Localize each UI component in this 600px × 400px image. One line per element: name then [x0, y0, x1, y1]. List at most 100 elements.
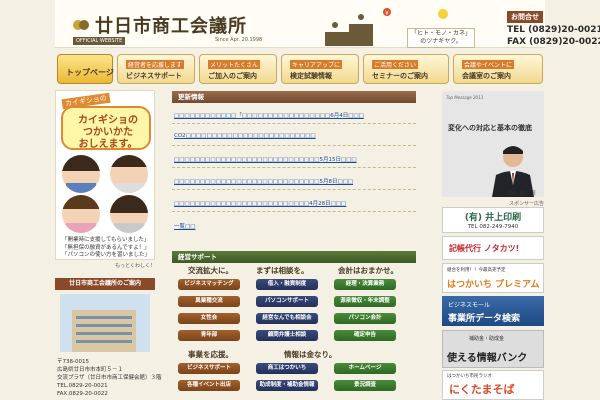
branch-fax: FAX.0829-20-0022 — [57, 391, 108, 397]
address-line-1: 広島県廿日市市本町５－１ — [57, 367, 124, 373]
nav-top-page[interactable]: トップページ — [57, 54, 114, 84]
ad-title: 使える情報バンク — [447, 353, 528, 364]
logo-icon — [73, 20, 89, 30]
president-name: 会頭 細川 匠 — [508, 190, 536, 195]
news-item[interactable]: □□□□□□□□□□□□□□□□□□□□□□□□□□4月28日□□□ — [172, 192, 416, 212]
nav-sublabel: キャリアアップに — [290, 60, 343, 69]
ad-title: にくたまそば — [449, 383, 515, 396]
news-item[interactable]: CO2□□□□□□□□□□□□□□□□□□□□□□□□□ — [172, 126, 416, 146]
news-link[interactable]: □□□□□□□□□□□□□□□□□□□□□□□□□□□□5月8日□□□ — [174, 177, 353, 185]
contact-label: お問合せ — [507, 11, 543, 23]
column-heading: 情報は金なり。 — [284, 350, 337, 359]
person-photo — [110, 195, 148, 233]
svg-text:¥: ¥ — [385, 10, 389, 17]
nav-label: ご加入のご案内 — [208, 72, 257, 80]
top-message-banner[interactable]: Top Message 2013 変化への対応と基本の徹底 会頭 細川 匠 — [442, 91, 544, 197]
sponsor-ad-business-mall[interactable]: ビジネスモール 事業所データ検索 — [442, 296, 544, 326]
branch-address: 〒738-0015 広島県廿日市市本町５－１ 交流プラザ（廿日市市商工保健会館）… — [57, 358, 162, 398]
business-survey-button[interactable]: 景況調査 — [334, 380, 396, 391]
column-heading: まずは相談を。 — [256, 266, 309, 275]
column-heading: 交流拡大に。 — [188, 266, 233, 275]
sponsor-ad-premium[interactable]: 組合を利用！！今最高売予定 はつかいち プレミアム — [442, 263, 544, 293]
nav-business-support[interactable]: 経営者を応援します ビジネスサポート — [117, 54, 195, 84]
business-matching-button[interactable]: ビジネスマッチング — [178, 279, 240, 290]
top-message-title: 変化への対応と基本の徹底 — [448, 124, 532, 132]
branch-heading[interactable]: 廿日市商工会議所のご案内 — [55, 278, 155, 290]
ad-text: はつかいち市民ラジオ — [447, 374, 492, 379]
top-message-label: Top Message 2013 — [446, 95, 484, 100]
business-support-heading: 経営サポート — [172, 251, 416, 263]
business-support-button[interactable]: ビジネスサポート — [178, 363, 240, 374]
sponsor-ad-bookkeeping[interactable]: 記帳代行 ノタカツ! — [442, 236, 544, 260]
nav-sublabel: 会議やイベントに — [462, 60, 515, 69]
main-nav: トップページ 経営者を応援します ビジネスサポート メリットたくさん ご加入のご… — [55, 50, 545, 86]
nav-label: 会議室のご案内 — [462, 72, 511, 80]
withholding-button[interactable]: 源泉徴収・年末調整 — [334, 296, 396, 307]
sponsor-ad-inoue-printing[interactable]: (有) 井上印刷 TEL 082-249-7940 — [442, 207, 544, 233]
news-list-link[interactable]: 一覧□□ — [174, 222, 195, 230]
address-line-2: 交流プラザ（廿日市市商工保健会館）３階 — [57, 375, 162, 381]
branch-tel: TEL.0829-20-0021 — [57, 383, 108, 389]
nav-certification[interactable]: キャリアアップに 検定試験情報 — [281, 54, 359, 84]
youth-section-button[interactable]: 青年部 — [178, 330, 240, 341]
news-item[interactable]: □□□□□□□□□□□□「□□□□□□□□□□□□□□□□□6月4日□□□ — [172, 104, 416, 124]
subsidy-info-button[interactable]: 助成制度・補助金情報 — [256, 380, 318, 391]
event-booth-button[interactable]: 各種イベント出店 — [178, 380, 240, 391]
news-link[interactable]: □□□□□□□□□□□□「□□□□□□□□□□□□□□□□□6月4日□□□ — [174, 111, 364, 119]
pc-support-button[interactable]: パソコンサポート — [256, 296, 318, 307]
promo-more-link[interactable]: もっとくわしく！ — [55, 262, 155, 269]
news-link[interactable]: □□□□□□□□□□□□□□□□□□□□□□□□□□4月28日□□□ — [174, 199, 346, 207]
ad-title: (有) 井上印刷 — [464, 213, 522, 223]
person-photo — [110, 155, 148, 193]
quote-3: 「パソコンの使い方を習いました」 — [62, 252, 151, 258]
column-heading: 事業を応援。 — [188, 350, 233, 359]
lawyer-consult-button[interactable]: 顧問弁護士相談 — [256, 330, 318, 341]
cross-industry-button[interactable]: 異業種交流 — [178, 296, 240, 307]
ad-title: 事業所データ検索 — [448, 314, 521, 324]
nav-membership[interactable]: メリットたくさん ご加入のご案内 — [199, 54, 277, 84]
promo-bubble: カイギショの つかいかた おしえます。 — [61, 106, 151, 150]
consultation-button[interactable]: 経営なんでも相談会 — [256, 313, 318, 324]
postal-code: 〒738-0015 — [57, 359, 89, 365]
since-label: Since Apr. 20.1998 — [215, 37, 263, 43]
tax-return-button[interactable]: 確定申告 — [334, 330, 396, 341]
sponsor-label: スポンサー広告 — [508, 201, 544, 207]
ad-text: 補助金・助成金 — [469, 336, 505, 342]
news-link[interactable]: □□□□□□□□□□□□□□□□□□□□□□□□□□□□5月15日□□□ — [174, 155, 357, 163]
header-tel[interactable]: TEL (0829)20-0021 — [507, 25, 600, 35]
sponsor-ad-info-bank[interactable]: 補助金・助成金 使える情報バンク — [442, 330, 544, 368]
ad-tel: TEL 082-249-7940 — [467, 224, 519, 230]
news-item[interactable]: □□□□□□□□□□□□□□□□□□□□□□□□□□□□5月8日□□□ — [172, 170, 416, 190]
pc-accounting-button[interactable]: パソコン会計 — [334, 313, 396, 324]
tagline: 「ヒト・モノ・カネ」 のツナギヤク。 — [407, 28, 476, 48]
person-photo — [62, 155, 100, 193]
column-heading: 会計はおまかせ。 — [338, 266, 398, 275]
homepage-button[interactable]: ホームページ — [334, 363, 396, 374]
news-heading: 更新情報 — [172, 91, 416, 103]
person-photo — [62, 195, 100, 233]
tagline-line-1: 「ヒト・モノ・カネ」 — [411, 30, 472, 37]
quote-2: 「無担保の融資があるんですよ！」 — [62, 244, 150, 251]
nav-label: トップページ — [66, 68, 114, 77]
nav-label: 検定試験情報 — [290, 72, 332, 80]
loans-button[interactable]: 借入・融資制度 — [256, 279, 318, 290]
site-title[interactable]: 廿日市商工会議所 — [95, 12, 247, 38]
how-to-use-banner[interactable]: カイギショの カイギショの つかいかた おしえます。 「開業時に支援してもらいま… — [55, 90, 155, 260]
quote-1: 「開業時に支援してもらいました」 — [62, 237, 150, 243]
official-website-label: OFFICIAL WEBSITE — [73, 37, 126, 45]
news-item[interactable]: □□□□□□□□□□□□□□□□□□□□□□□□□□□□5月15日□□□ — [172, 148, 416, 168]
nav-sublabel: ご活用ください — [372, 60, 419, 69]
nav-meeting-room[interactable]: 会議やイベントに 会議室のご案内 — [453, 54, 543, 84]
news-link[interactable]: CO2□□□□□□□□□□□□□□□□□□□□□□□□□ — [174, 133, 316, 139]
accounting-button[interactable]: 経理・決算業務 — [334, 279, 396, 290]
ad-title: はつかいち プレミアム — [447, 280, 540, 290]
womens-club-button[interactable]: 女性会 — [178, 313, 240, 324]
sponsor-ad-radio[interactable]: はつかいち市民ラジオ にくたまそば — [442, 370, 544, 400]
president-photo-icon — [492, 146, 534, 197]
site-header: 廿日市商工会議所 OFFICIAL WEBSITE Since Apr. 20.… — [55, 0, 600, 48]
nav-sublabel: 経営者を応援します — [126, 60, 185, 69]
nav-label: ビジネスサポート — [126, 72, 182, 80]
nav-seminar[interactable]: ご活用ください セミナーのご案内 — [363, 54, 449, 84]
newsletter-button[interactable]: 商工はつかいち — [256, 363, 318, 374]
promo-line-3: おしえます。 — [78, 139, 138, 150]
